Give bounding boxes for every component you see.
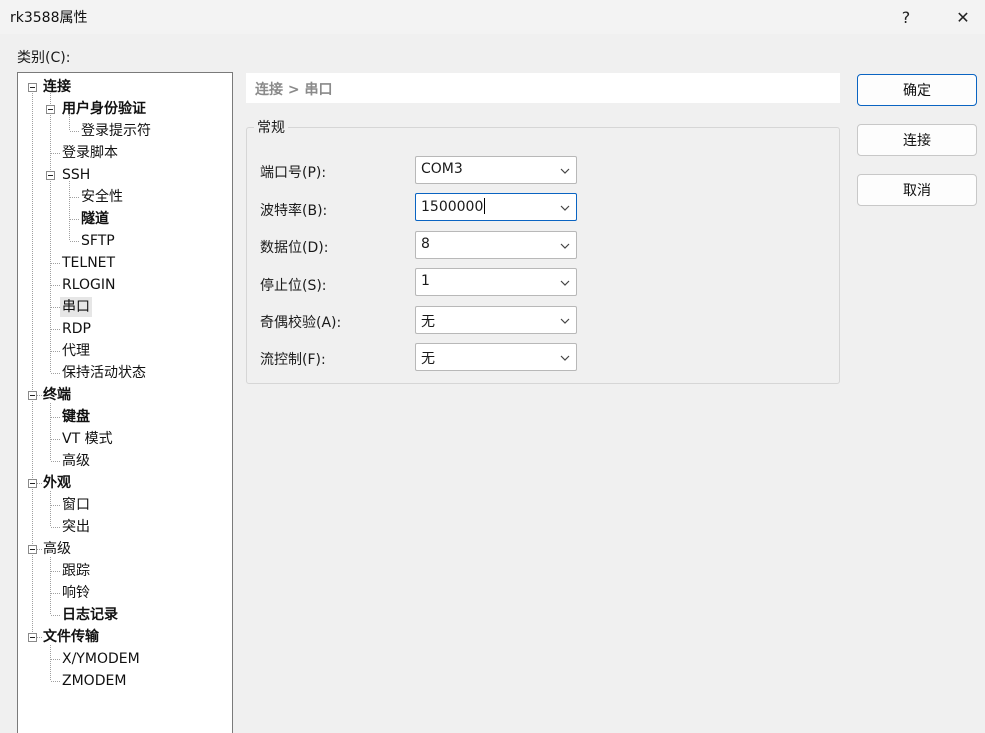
tree-item-user-auth[interactable]: 用户身份验证 bbox=[62, 99, 146, 119]
tree-item-zmodem[interactable]: ZMODEM bbox=[62, 671, 126, 691]
tree-item-ssh[interactable]: SSH bbox=[62, 165, 90, 185]
help-icon: ? bbox=[901, 7, 911, 27]
tree-item-serial[interactable]: 串口 bbox=[60, 297, 92, 317]
tree-item-rdp[interactable]: RDP bbox=[62, 319, 91, 339]
ok-button[interactable]: 确定 bbox=[857, 74, 977, 106]
chevron-down-icon bbox=[560, 280, 570, 286]
chevron-down-icon bbox=[560, 205, 570, 211]
stopbits-select[interactable]: 1 bbox=[415, 268, 577, 296]
tree-item-xymodem[interactable]: X/YMODEM bbox=[62, 649, 140, 669]
close-icon: ✕ bbox=[956, 7, 970, 27]
tree-item-keyboard[interactable]: 键盘 bbox=[62, 407, 90, 427]
baud-select[interactable]: 1500000 bbox=[415, 193, 577, 221]
tree-item-keepalive[interactable]: 保持活动状态 bbox=[62, 363, 146, 383]
collapse-icon[interactable] bbox=[46, 105, 55, 114]
breadcrumb-text: 连接 > 串口 bbox=[255, 82, 333, 98]
tree-item-tunnel[interactable]: 隧道 bbox=[81, 209, 109, 229]
help-button[interactable]: ? bbox=[884, 0, 928, 34]
tree-item-highlight[interactable]: 突出 bbox=[62, 517, 90, 537]
tree-item-login-script[interactable]: 登录脚本 bbox=[62, 143, 118, 163]
databits-label: 数据位(D): bbox=[260, 240, 329, 256]
stopbits-value: 1 bbox=[421, 273, 430, 289]
parity-label: 奇偶校验(A): bbox=[260, 315, 342, 331]
text-caret bbox=[484, 198, 486, 214]
flow-value: 无 bbox=[421, 351, 435, 367]
tree-item-connection[interactable]: 连接 bbox=[43, 77, 71, 97]
tree-item-sftp[interactable]: SFTP bbox=[81, 231, 115, 251]
window-title: rk3588属性 bbox=[10, 10, 88, 26]
chevron-down-icon bbox=[560, 243, 570, 249]
baud-value: 1500000 bbox=[421, 199, 484, 215]
tree-item-login-prompt[interactable]: 登录提示符 bbox=[81, 121, 151, 141]
baud-label: 波特率(B): bbox=[260, 203, 328, 219]
port-select[interactable]: COM3 bbox=[415, 156, 577, 184]
collapse-icon[interactable] bbox=[28, 83, 37, 92]
port-label: 端口号(P): bbox=[260, 165, 327, 181]
tree-item-appearance[interactable]: 外观 bbox=[43, 473, 71, 493]
collapse-icon[interactable] bbox=[28, 391, 37, 400]
tree-item-file-transfer[interactable]: 文件传输 bbox=[43, 627, 99, 647]
port-value: COM3 bbox=[421, 161, 463, 177]
tree-item-proxy[interactable]: 代理 bbox=[62, 341, 90, 361]
parity-select[interactable]: 无 bbox=[415, 306, 577, 334]
flow-label: 流控制(F): bbox=[260, 352, 326, 368]
tree-item-telnet[interactable]: TELNET bbox=[62, 253, 115, 273]
flow-select[interactable]: 无 bbox=[415, 343, 577, 371]
collapse-icon[interactable] bbox=[46, 171, 55, 180]
databits-select[interactable]: 8 bbox=[415, 231, 577, 259]
tree-item-window[interactable]: 窗口 bbox=[62, 495, 90, 515]
tree-item-vt-mode[interactable]: VT 模式 bbox=[62, 429, 113, 449]
category-tree[interactable]: 连接 用户身份验证 登录提示符 登录脚本 SSH 安全性 隧道 SFTP TEL… bbox=[17, 72, 233, 733]
tree-item-terminal-advanced[interactable]: 高级 bbox=[62, 451, 90, 471]
tree-item-terminal[interactable]: 终端 bbox=[43, 385, 71, 405]
cancel-button[interactable]: 取消 bbox=[857, 174, 977, 206]
tree-item-rlogin[interactable]: RLOGIN bbox=[62, 275, 116, 295]
tree-item-security[interactable]: 安全性 bbox=[81, 187, 123, 207]
close-button[interactable]: ✕ bbox=[941, 0, 985, 34]
chevron-down-icon bbox=[560, 355, 570, 361]
connect-button[interactable]: 连接 bbox=[857, 124, 977, 156]
stopbits-label: 停止位(S): bbox=[260, 278, 327, 294]
tree-item-logging[interactable]: 日志记录 bbox=[62, 605, 118, 625]
chevron-down-icon bbox=[560, 168, 570, 174]
tree-item-trace[interactable]: 跟踪 bbox=[62, 561, 90, 581]
tree-item-advanced[interactable]: 高级 bbox=[43, 539, 71, 559]
collapse-icon[interactable] bbox=[28, 545, 37, 554]
chevron-down-icon bbox=[560, 318, 570, 324]
tree-item-bell[interactable]: 响铃 bbox=[62, 583, 90, 603]
group-title: 常规 bbox=[254, 117, 288, 137]
category-label: 类别(C): bbox=[17, 50, 71, 66]
collapse-icon[interactable] bbox=[28, 633, 37, 642]
parity-value: 无 bbox=[421, 314, 435, 330]
collapse-icon[interactable] bbox=[28, 479, 37, 488]
databits-value: 8 bbox=[421, 236, 430, 252]
breadcrumb: 连接 > 串口 bbox=[246, 73, 840, 103]
title-bar: rk3588属性 ? ✕ bbox=[0, 0, 985, 34]
